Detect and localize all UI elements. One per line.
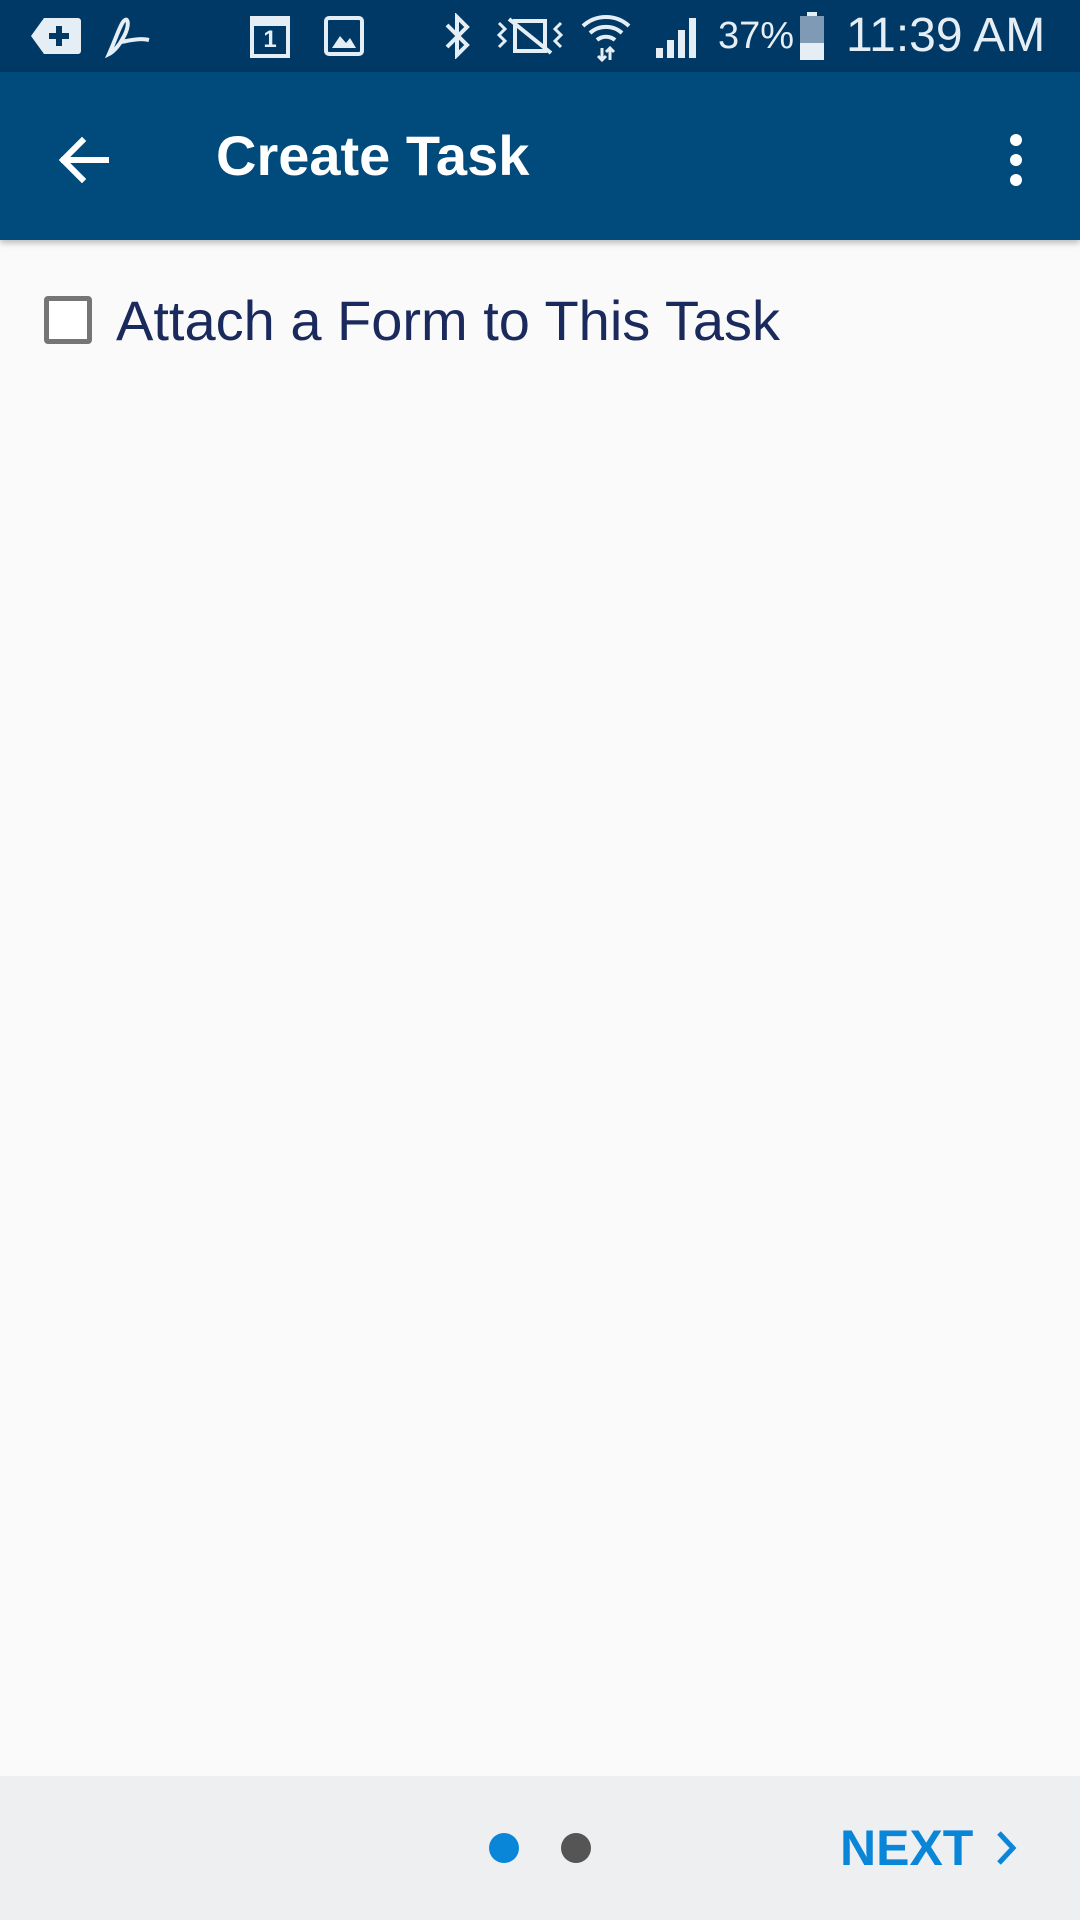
attach-form-checkbox[interactable]	[44, 296, 92, 344]
calendar-icon: 1	[248, 0, 292, 72]
vibrate-icon	[494, 0, 566, 72]
next-label: NEXT	[840, 1820, 974, 1876]
page-title: Create Task	[216, 124, 530, 187]
calendar-day: 1	[263, 26, 277, 53]
battery-icon	[796, 0, 828, 72]
status-time: 11:39 AM	[846, 9, 1046, 62]
page-indicator-active	[489, 1833, 519, 1863]
arrow-back-icon	[58, 136, 110, 184]
more-vert-icon	[1008, 134, 1024, 186]
pager-bar: NEXT	[0, 1776, 1080, 1920]
wifi-icon	[578, 0, 634, 72]
acrobat-icon	[100, 0, 156, 72]
status-bar: 1 37% 11:39 AM	[0, 0, 1080, 72]
bluetooth-icon	[438, 0, 478, 72]
back-button[interactable]	[40, 116, 128, 204]
battery-percent: 37%	[718, 15, 795, 57]
attach-form-label[interactable]: Attach a Form to This Task	[116, 288, 780, 353]
add-tag-icon	[28, 0, 84, 72]
image-icon	[322, 0, 366, 72]
next-button[interactable]: NEXT	[840, 1776, 1060, 1920]
signal-icon	[652, 0, 706, 72]
attach-form-option[interactable]: Attach a Form to This Task	[44, 278, 780, 362]
chevron-right-icon	[995, 1830, 1017, 1866]
app-bar: Create Task	[0, 72, 1080, 240]
page-indicator-inactive	[561, 1833, 591, 1863]
more-options-button[interactable]	[980, 116, 1052, 204]
